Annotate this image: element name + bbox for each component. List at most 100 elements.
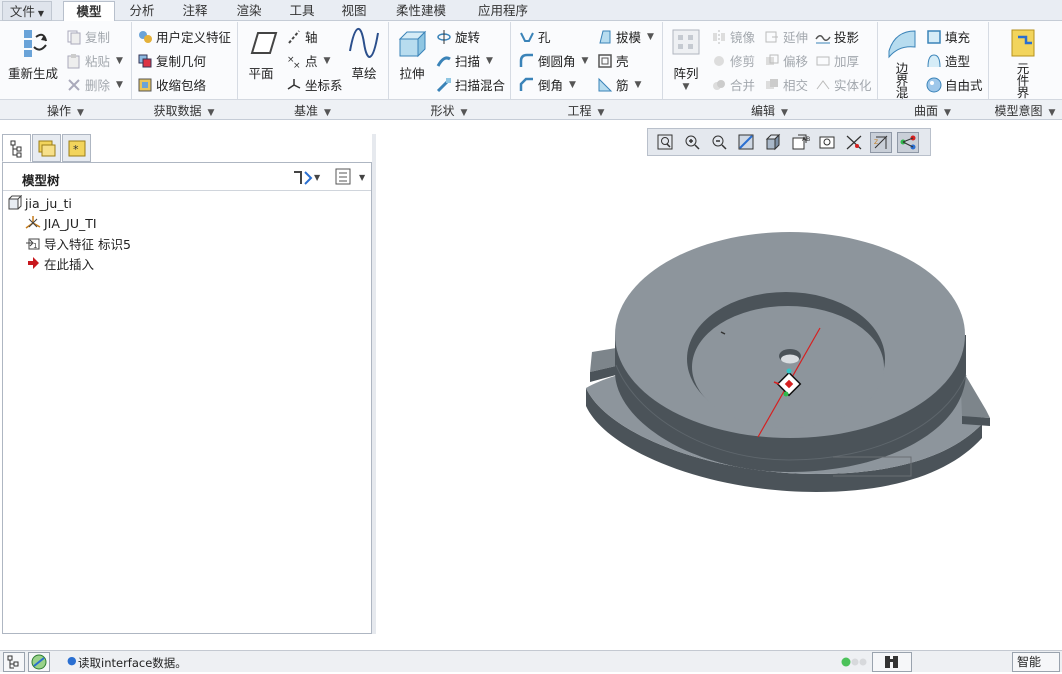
- svg-text:×: ×: [293, 61, 301, 69]
- browser-toggle-button[interactable]: [28, 652, 50, 672]
- annotation-display-button[interactable]: [897, 132, 919, 153]
- group-surfaces-label: 曲面: [914, 104, 939, 118]
- selection-filter-dropdown[interactable]: 智能: [1012, 652, 1060, 672]
- repaint-button[interactable]: [735, 132, 757, 153]
- udf-label: 用户定义特征: [156, 30, 232, 45]
- group-operations[interactable]: 操作 ▼: [0, 102, 131, 119]
- chamfer-button[interactable]: 倒角 ▼: [519, 75, 576, 94]
- zoom-out-button[interactable]: [708, 132, 730, 153]
- tab-model[interactable]: 模型: [63, 1, 115, 22]
- tab-applications[interactable]: 应用程序: [465, 1, 541, 21]
- mirror-button[interactable]: 镜像: [711, 27, 755, 46]
- chevron-down-icon: ▼: [324, 108, 331, 118]
- sweep-button[interactable]: 扫描 ▼: [436, 51, 493, 70]
- group-datum[interactable]: 基准 ▼: [237, 102, 388, 119]
- axis-button[interactable]: 轴: [286, 27, 318, 46]
- style-button[interactable]: 造型: [926, 51, 970, 70]
- merge-button[interactable]: 合并: [711, 75, 755, 94]
- tab-tools[interactable]: 工具: [278, 1, 326, 21]
- shell-button[interactable]: 壳: [597, 51, 629, 70]
- tree-item-import-feature[interactable]: 1 导入特征 标识5: [25, 233, 131, 253]
- hole-button[interactable]: 孔: [519, 27, 551, 46]
- tab-model-tree[interactable]: [2, 134, 31, 162]
- find-tool-button[interactable]: [872, 652, 912, 672]
- graphics-window[interactable]: [376, 120, 1062, 645]
- chevron-down-icon: ▼: [634, 79, 642, 90]
- perspective-button[interactable]: [843, 132, 865, 153]
- tab-folder-browser[interactable]: [32, 134, 61, 162]
- shrinkwrap-button[interactable]: 收缩包络: [137, 75, 206, 94]
- round-button[interactable]: 倒圆角 ▼: [519, 51, 588, 70]
- settings-icon[interactable]: ▼: [291, 168, 321, 189]
- extrude-icon: [395, 27, 429, 59]
- sketch-label: 草绘: [351, 66, 377, 81]
- swept-blend-button[interactable]: 扫描混合: [436, 75, 505, 94]
- group-get-data[interactable]: 获取数据 ▼: [131, 102, 237, 119]
- navigator-toggle-button[interactable]: [3, 652, 25, 672]
- show-menu-icon[interactable]: ▼: [335, 168, 367, 189]
- csys-button[interactable]: 坐标系: [286, 75, 343, 94]
- plane-button[interactable]: 平面: [243, 27, 279, 82]
- paste-button[interactable]: 粘贴 ▼: [66, 51, 123, 70]
- trim-label: 修剪: [730, 54, 756, 69]
- intersect-button[interactable]: 相交: [764, 75, 808, 94]
- draft-label: 拔模: [616, 30, 642, 45]
- tree-item-csys[interactable]: JIA_JU_TI: [25, 213, 97, 233]
- tab-analysis[interactable]: 分析: [118, 1, 166, 21]
- model-tree-header: 模型树 ▼ ▼: [3, 163, 371, 191]
- chevron-down-icon: ▼: [116, 55, 123, 66]
- zoom-in-button[interactable]: [681, 132, 703, 153]
- group-editing[interactable]: 编辑 ▼: [662, 102, 877, 119]
- tab-render[interactable]: 渲染: [224, 1, 274, 21]
- datum-display-button[interactable]: Z: [870, 132, 892, 153]
- point-button[interactable]: × × 点 ▼: [286, 51, 330, 71]
- tab-flexible-modeling[interactable]: 柔性建模: [383, 1, 459, 21]
- shell-label: 壳: [616, 54, 629, 69]
- thicken-button[interactable]: 加厚: [815, 51, 859, 70]
- tab-view[interactable]: 视图: [330, 1, 378, 21]
- revolve-label: 旋转: [455, 30, 481, 45]
- tab-annotate[interactable]: 注释: [170, 1, 220, 21]
- draft-button[interactable]: 拔模 ▼: [597, 27, 654, 46]
- csys-icon: [286, 77, 302, 93]
- saved-orientations-button[interactable]: AB: [789, 132, 811, 153]
- rib-button[interactable]: 筋 ▼: [597, 75, 641, 94]
- freestyle-button[interactable]: 自由式: [926, 75, 983, 94]
- group-model-intent[interactable]: 模型意图 ▼: [988, 102, 1062, 119]
- tree-item-insert-here[interactable]: 在此插入: [25, 253, 94, 273]
- sketch-button[interactable]: 草绘: [347, 27, 381, 82]
- project-button[interactable]: 投影: [815, 27, 859, 46]
- regenerate-button[interactable]: 重新生成: [6, 27, 60, 82]
- offset-button[interactable]: 偏移: [764, 51, 808, 70]
- model-tree-title: 模型树: [22, 173, 60, 188]
- fill-button[interactable]: 填充: [926, 27, 970, 46]
- extend-icon: [764, 29, 780, 45]
- solidify-button[interactable]: 实体化: [815, 75, 872, 94]
- chevron-down-icon: ▼: [682, 82, 690, 92]
- revolve-button[interactable]: 旋转: [436, 27, 480, 46]
- delete-icon: [66, 77, 82, 93]
- tab-favorites[interactable]: *: [62, 134, 91, 162]
- copy-button[interactable]: 复制: [66, 27, 110, 46]
- udf-button[interactable]: 用户定义特征: [137, 27, 231, 46]
- axis-icon: [286, 29, 302, 45]
- file-menu[interactable]: 文件 ▼: [2, 1, 52, 21]
- part-icon: [6, 194, 23, 211]
- view-manager-button[interactable]: [816, 132, 838, 153]
- 3d-model-view[interactable]: [376, 120, 1062, 645]
- revolve-icon: [436, 29, 452, 45]
- group-engineering[interactable]: 工程 ▼: [510, 102, 662, 119]
- delete-button[interactable]: 删除 ▼: [66, 75, 123, 94]
- extrude-button[interactable]: 拉伸: [395, 27, 429, 82]
- trim-button[interactable]: 修剪: [711, 51, 755, 70]
- group-shapes[interactable]: 形状 ▼: [388, 102, 510, 119]
- group-shapes-label: 形状: [430, 104, 455, 118]
- display-style-button[interactable]: [762, 132, 784, 153]
- group-surfaces[interactable]: 曲面 ▼: [877, 102, 988, 119]
- pattern-button[interactable]: 阵列 ▼: [668, 27, 704, 92]
- tree-item-part[interactable]: jia_ju_ti: [6, 193, 72, 213]
- draft-icon: [597, 29, 613, 45]
- refit-button[interactable]: [654, 132, 676, 153]
- copy-geometry-button[interactable]: 复制几何: [137, 51, 206, 70]
- extend-button[interactable]: 延伸: [764, 27, 808, 46]
